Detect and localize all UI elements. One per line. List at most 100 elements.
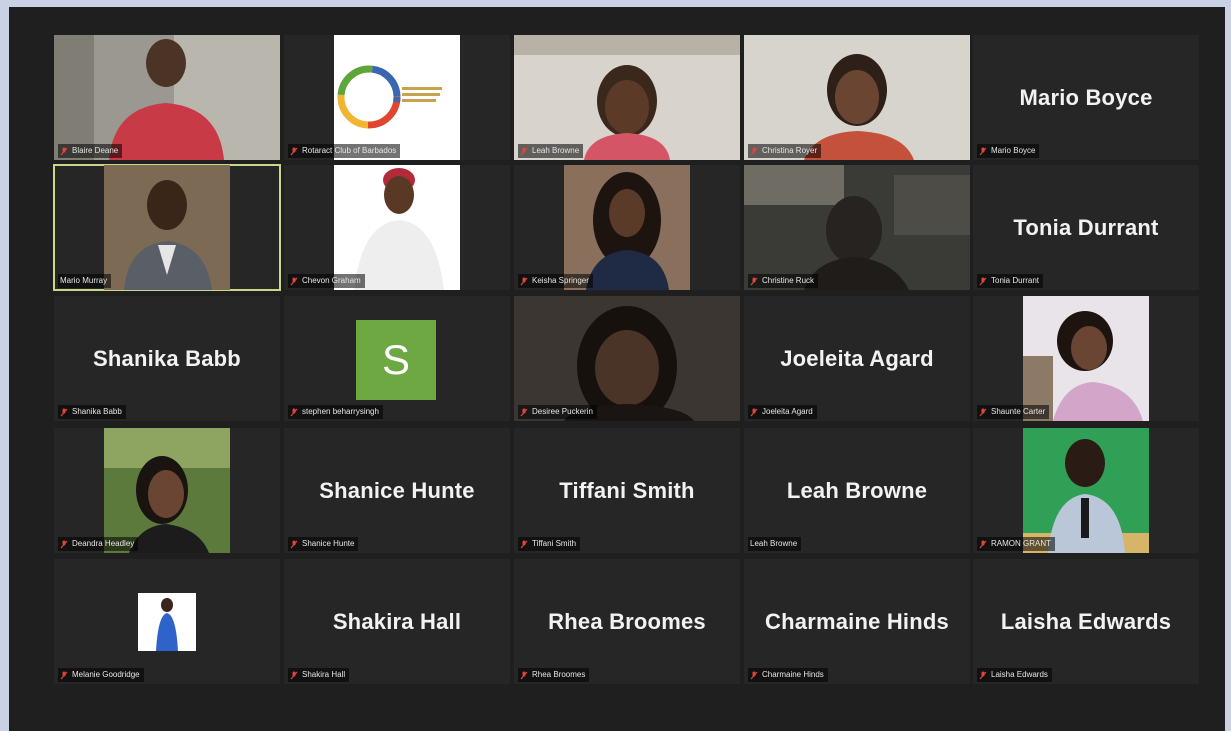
participant-display-name: Shanice Hunte	[319, 477, 475, 503]
participant-display-name: Shanika Babb	[93, 345, 241, 371]
participant-tile-christina-royer[interactable]: Christina Royer	[744, 35, 970, 160]
participant-name: Shakira Hall	[302, 670, 346, 679]
participant-tile-melanie-goodridge[interactable]: Melanie Goodridge	[54, 559, 280, 684]
participant-tile-shaunte-carter[interactable]: Shaunte Carter	[973, 296, 1199, 421]
microphone-muted-icon	[520, 671, 528, 679]
participant-tile-deandra-headley[interactable]: Deandra Headley	[54, 428, 280, 553]
participant-name-label: Leah Browne	[518, 144, 584, 158]
video-feed	[564, 165, 690, 290]
microphone-muted-icon	[979, 671, 987, 679]
participant-name: Shanika Babb	[72, 407, 122, 416]
participant-name: Desiree Puckerin	[532, 407, 593, 416]
participant-name: Mario Boyce	[991, 146, 1036, 155]
microphone-muted-icon	[750, 671, 758, 679]
participant-name-label: Christina Royer	[748, 144, 822, 158]
participant-tile-joeleita-agard[interactable]: Joeleita Agard Joeleita Agard	[744, 296, 970, 421]
participant-tile-mario-boyce[interactable]: Mario Boyce Mario Boyce	[973, 35, 1199, 160]
participant-name-label: Christine Ruck	[748, 274, 819, 288]
avatar-initial: S	[356, 320, 436, 400]
participant-tile-tiffani-smith[interactable]: Tiffani Smith Tiffani Smith	[514, 428, 740, 553]
microphone-muted-icon	[520, 540, 528, 548]
participant-display-name: Charmaine Hinds	[765, 608, 949, 634]
participant-name: Shaunte Carter	[991, 407, 1046, 416]
participant-tile-charmaine-hinds[interactable]: Charmaine Hinds Charmaine Hinds	[744, 559, 970, 684]
microphone-muted-icon	[60, 408, 68, 416]
microphone-muted-icon	[520, 277, 528, 285]
video-feed	[138, 593, 196, 651]
microphone-muted-icon	[290, 408, 298, 416]
microphone-muted-icon	[750, 277, 758, 285]
participant-tile-keisha-springer[interactable]: Keisha Springer	[514, 165, 740, 290]
participant-name: Blaire Deane	[72, 146, 119, 155]
participant-name-label: Shanika Babb	[58, 405, 126, 419]
participant-name-label: Shaunte Carter	[977, 405, 1050, 419]
participant-tile-blaire-deane[interactable]: Blaire Deane	[54, 35, 280, 160]
participant-name-label: Blaire Deane	[58, 144, 123, 158]
participant-name-label: Keisha Springer	[518, 274, 593, 288]
participant-tile-stephen-beharrysingh[interactable]: S stephen beharrysingh	[284, 296, 510, 421]
participant-tile-shanika-babb[interactable]: Shanika Babb Shanika Babb	[54, 296, 280, 421]
participant-name: Leah Browne	[750, 539, 798, 548]
participant-tile-christine-ruck[interactable]: Christine Ruck	[744, 165, 970, 290]
video-feed	[744, 35, 970, 160]
participant-name: stephen beharrysingh	[302, 407, 379, 416]
participant-name-label: Laisha Edwards	[977, 668, 1052, 682]
participant-name-label: RAMON GRANT	[977, 537, 1055, 551]
participant-tile-ramon-grant[interactable]: RAMON GRANT	[973, 428, 1199, 553]
participant-name-label: Joeleita Agard	[748, 405, 817, 419]
microphone-muted-icon	[750, 147, 758, 155]
participant-name: Charmaine Hinds	[762, 670, 824, 679]
participant-name: Christine Ruck	[762, 276, 815, 285]
participant-name-label: Rotaract Club of Barbados	[288, 144, 401, 158]
participant-tile-laisha-edwards[interactable]: Laisha Edwards Laisha Edwards	[973, 559, 1199, 684]
microphone-muted-icon	[60, 671, 68, 679]
participant-tile-chevon-graham[interactable]: Chevon Graham	[284, 165, 510, 290]
participant-tile-tonia-durrant[interactable]: Tonia Durrant Tonia Durrant	[973, 165, 1199, 290]
participant-tile-rhea-broomes[interactable]: Rhea Broomes Rhea Broomes	[514, 559, 740, 684]
participant-name-label: Desiree Puckerin	[518, 405, 597, 419]
gallery-view: Blaire Deane Rotaract Club of Barbados L…	[9, 7, 1225, 731]
microphone-muted-icon	[750, 408, 758, 416]
participant-name-label: Mario Murray	[58, 274, 112, 288]
participant-name: Tonia Durrant	[991, 276, 1040, 285]
microphone-muted-icon	[290, 147, 298, 155]
video-feed	[514, 296, 740, 421]
participant-name: Melanie Goodridge	[72, 670, 140, 679]
video-feed	[1023, 296, 1149, 421]
participant-name: Tiffani Smith	[532, 539, 577, 548]
video-feed	[1023, 428, 1149, 553]
microphone-muted-icon	[979, 147, 987, 155]
participant-name: Chevon Graham	[302, 276, 361, 285]
video-feed	[744, 165, 970, 290]
participant-tile-leah-browne-video[interactable]: Leah Browne	[514, 35, 740, 160]
participant-name-label: Melanie Goodridge	[58, 668, 144, 682]
participant-name-label: stephen beharrysingh	[288, 405, 383, 419]
microphone-muted-icon	[60, 147, 68, 155]
participant-tile-rotaract-club[interactable]: Rotaract Club of Barbados	[284, 35, 510, 160]
video-feed	[334, 165, 460, 290]
participant-display-name: Mario Boyce	[1019, 84, 1153, 110]
participant-tile-leah-browne[interactable]: Leah Browne Leah Browne	[744, 428, 970, 553]
participant-display-name: Leah Browne	[786, 477, 928, 503]
microphone-muted-icon	[979, 277, 987, 285]
microphone-muted-icon	[979, 540, 987, 548]
participant-name-label: Shakira Hall	[288, 668, 350, 682]
participant-name-label: Deandra Headley	[58, 537, 139, 551]
video-feed	[104, 165, 230, 290]
participant-name: Laisha Edwards	[991, 670, 1048, 679]
participant-name-label: Mario Boyce	[977, 144, 1040, 158]
participant-tile-shakira-hall[interactable]: Shakira Hall Shakira Hall	[284, 559, 510, 684]
participant-tile-desiree-puckerin[interactable]: Desiree Puckerin	[514, 296, 740, 421]
participant-name-label: Shanice Hunte	[288, 537, 359, 551]
video-feed	[104, 428, 230, 553]
participant-tile-mario-murray[interactable]: Mario Murray	[53, 164, 281, 291]
microphone-muted-icon	[520, 147, 528, 155]
participant-display-name: Shakira Hall	[332, 608, 462, 634]
participant-name: Leah Browne	[532, 146, 580, 155]
participant-name: Shanice Hunte	[302, 539, 355, 548]
video-feed	[334, 35, 460, 160]
participant-name: Mario Murray	[60, 276, 108, 285]
participant-name: Joeleita Agard	[762, 407, 813, 416]
participant-tile-shanice-hunte[interactable]: Shanice Hunte Shanice Hunte	[284, 428, 510, 553]
participant-display-name: Laisha Edwards	[1000, 608, 1172, 634]
